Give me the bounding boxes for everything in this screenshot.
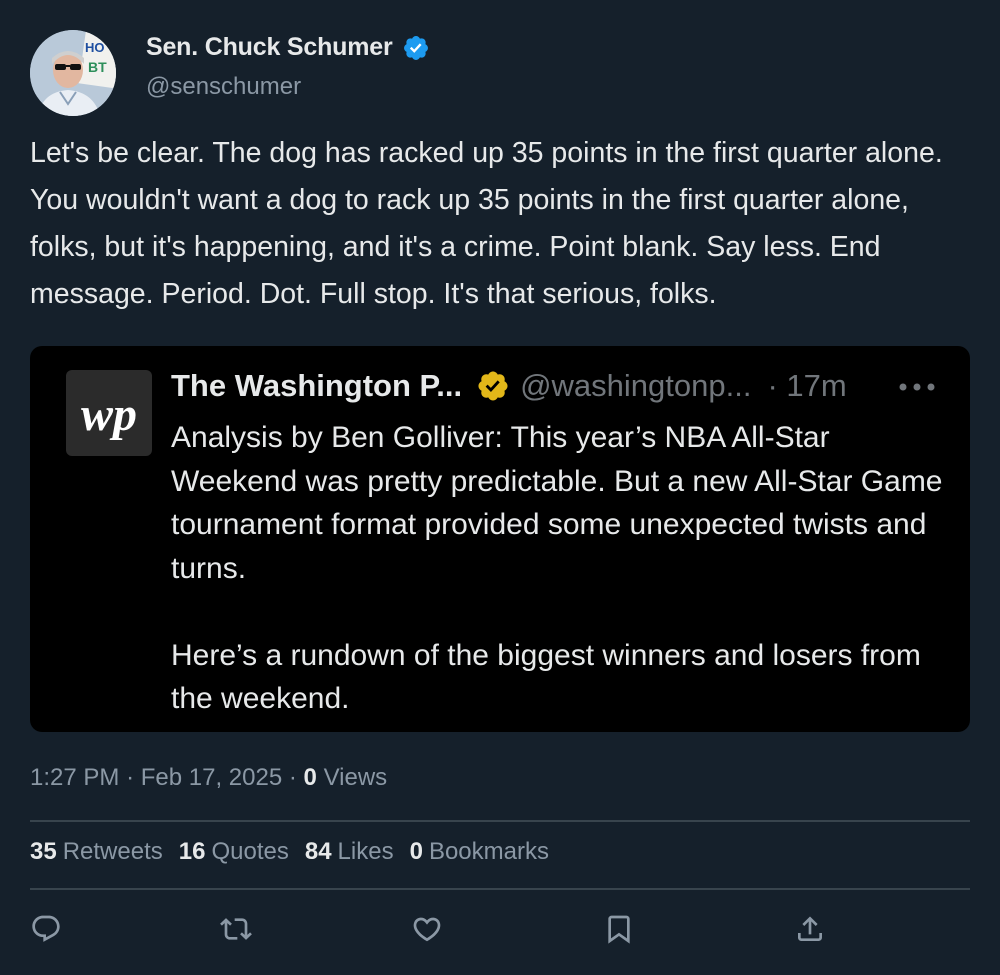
wp-logo-mark: wp — [81, 388, 137, 441]
tweet-meta: 1:27 PM · Feb 17, 2025 · 0 Views — [30, 764, 387, 792]
views-count: 0 — [303, 764, 317, 791]
bookmark-icon — [608, 915, 630, 944]
divider — [30, 820, 970, 822]
engagement-stats: 35 Retweets 16 Quotes 84 Likes 0 Bookmarks — [30, 838, 549, 866]
divider — [30, 888, 970, 890]
stat-retweets[interactable]: 35 Retweets — [30, 838, 163, 866]
svg-text:BT: BT — [88, 59, 107, 75]
meta-separator: · — [288, 764, 304, 791]
quoted-tweet-text: Analysis by Ben Golliver: This year’s NB… — [171, 421, 943, 715]
svg-text:HO: HO — [85, 40, 105, 55]
tweet-time[interactable]: 1:27 PM — [30, 764, 119, 791]
more-icon[interactable] — [898, 376, 936, 398]
share-button[interactable] — [794, 913, 826, 945]
wp-logo-text: wp — [81, 388, 137, 441]
like-button[interactable] — [411, 913, 443, 945]
views-label: Views — [323, 764, 388, 791]
tweet-text: Let's be clear. The dog has racked up 35… — [30, 137, 943, 310]
avatar-photo: HO BT — [30, 30, 116, 116]
avatar[interactable]: HO BT — [30, 30, 116, 116]
bookmark-button[interactable] — [603, 913, 635, 945]
verified-organization-icon — [478, 371, 508, 401]
quoted-author-name[interactable]: The Washington P... — [171, 368, 462, 404]
like-icon — [413, 917, 441, 942]
retweet-icon — [220, 918, 252, 940]
stat-quotes[interactable]: 16 Quotes — [179, 838, 289, 866]
quoted-timestamp[interactable]: · 17m — [767, 368, 846, 404]
share-icon — [798, 916, 822, 941]
quoted-header: The Washington P... @washingtonp... · 17… — [171, 368, 941, 404]
washington-post-logo[interactable]: wp — [66, 370, 152, 456]
author-name[interactable]: Sen. Chuck Schumer — [146, 33, 393, 62]
tweet-date[interactable]: Feb 17, 2025 — [141, 764, 282, 791]
author-name-row[interactable]: Sen. Chuck Schumer — [146, 33, 430, 62]
verified-badge-icon — [404, 35, 429, 60]
author-handle[interactable]: @senschumer — [146, 73, 301, 101]
retweet-button[interactable] — [220, 913, 252, 945]
stat-likes[interactable]: 84 Likes — [305, 838, 394, 866]
meta-separator: · — [126, 764, 141, 791]
quoted-author-handle[interactable]: @washingtonp... — [520, 368, 751, 404]
reply-icon — [32, 915, 60, 942]
stat-bookmarks[interactable]: 0 Bookmarks — [410, 838, 549, 866]
reply-button[interactable] — [30, 913, 62, 945]
quoted-tweet-card[interactable]: wp The Washington P... @washingtonp... ·… — [30, 346, 970, 732]
